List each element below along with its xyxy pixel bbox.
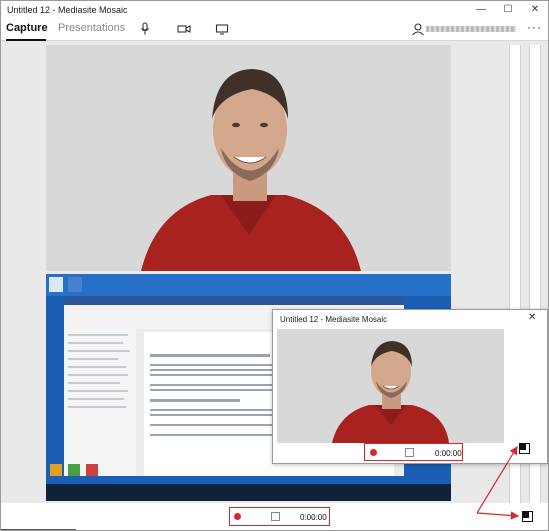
camera-preview xyxy=(46,45,451,271)
active-tab-indicator xyxy=(6,39,46,41)
record-button[interactable] xyxy=(234,513,241,520)
mini-close-button[interactable]: ✕ xyxy=(528,312,536,323)
recording-bar: 0:00:00 xyxy=(1,503,548,530)
mini-stop-button[interactable] xyxy=(405,448,414,457)
tab-presentations[interactable]: Presentations xyxy=(58,22,125,34)
user-account-label[interactable] xyxy=(426,26,516,32)
mini-camera-preview xyxy=(277,329,504,443)
mini-layout-toggle-icon[interactable] xyxy=(519,443,530,454)
camera-icon[interactable] xyxy=(177,22,191,36)
minimize-button[interactable]: — xyxy=(468,1,494,19)
title-bar: Untitled 12 - Mediasite Mosaic — ☐ ✕ xyxy=(1,1,548,19)
app-window: Untitled 12 - Mediasite Mosaic — ☐ ✕ Cap… xyxy=(0,0,549,531)
mini-window-title: Untitled 12 - Mediasite Mosaic xyxy=(280,315,388,324)
maximize-button[interactable]: ☐ xyxy=(495,1,521,19)
mini-recording-bar: 0:00:00 xyxy=(273,443,547,463)
mini-recording-controls: 0:00:00 xyxy=(364,443,463,461)
stop-button[interactable] xyxy=(271,512,280,521)
microphone-icon[interactable] xyxy=(138,22,152,36)
more-options-button[interactable]: ··· xyxy=(527,20,542,34)
toolbar: Capture Presentations ··· xyxy=(1,19,548,41)
mini-window: Untitled 12 - Mediasite Mosaic ✕ 0:00:00 xyxy=(272,309,548,464)
monitor-icon[interactable] xyxy=(215,22,229,36)
recording-controls: 0:00:00 xyxy=(229,507,330,526)
close-button[interactable]: ✕ xyxy=(522,1,548,19)
mini-recording-time: 0:00:00 xyxy=(435,449,462,458)
mini-record-button[interactable] xyxy=(370,449,377,456)
tab-capture[interactable]: Capture xyxy=(6,22,48,34)
recording-time: 0:00:00 xyxy=(300,513,327,522)
presenter-image xyxy=(46,45,451,271)
mini-presenter-image xyxy=(277,329,504,443)
user-icon[interactable] xyxy=(411,22,425,36)
window-title: Untitled 12 - Mediasite Mosaic xyxy=(7,5,128,15)
layout-toggle-icon[interactable] xyxy=(522,511,533,522)
